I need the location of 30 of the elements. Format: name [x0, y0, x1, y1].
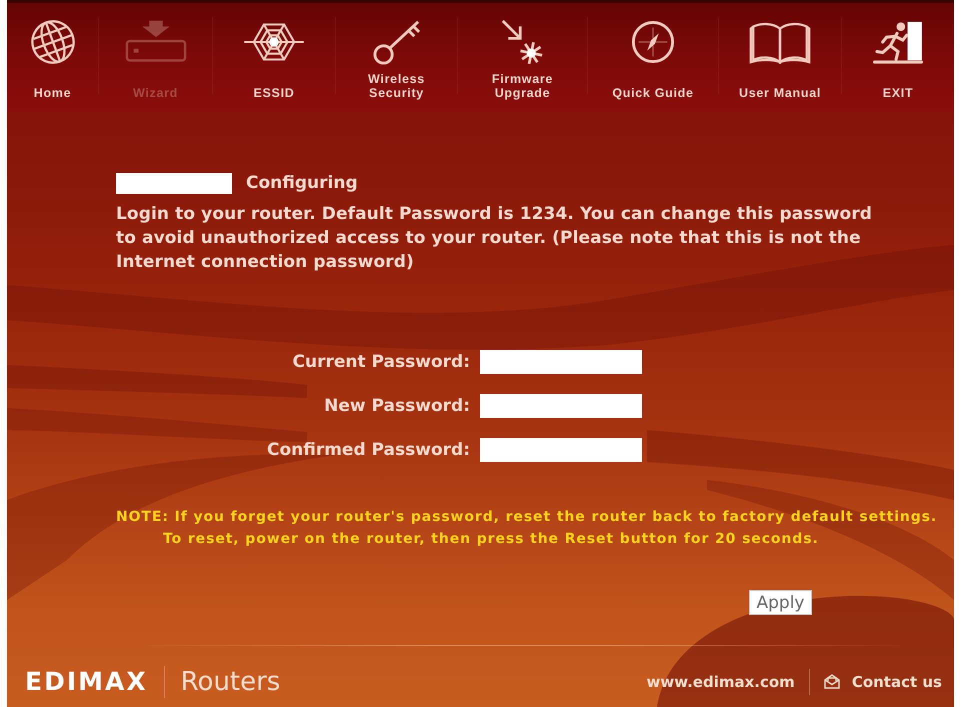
- envelope-icon: [824, 674, 840, 689]
- arrow-down-box-icon: [124, 20, 186, 64]
- password-field[interactable]: [480, 438, 642, 462]
- note-text: To reset, power on the router, then press the Reset button for 20 seconds.: [163, 530, 820, 549]
- nav-item[interactable]: User Manual: [738, 15, 822, 100]
- intro-text: Login to your router. Default Password is 1234. You can change this password to avoid unauthorized access to your router. (Please note that this is not the Internet connection password): [116, 203, 874, 274]
- exit-icon: [873, 20, 923, 64]
- open-book-icon: [749, 20, 811, 64]
- arrow-sparkle-icon: [500, 17, 546, 67]
- nav-item[interactable]: Quick Guide: [612, 15, 694, 100]
- password-field[interactable]: [480, 350, 642, 374]
- apply-button[interactable]: Apply: [749, 590, 812, 615]
- field-label: Current Password:: [292, 352, 470, 372]
- nav-item[interactable]: ESSID: [243, 15, 305, 100]
- key-icon: [372, 18, 422, 66]
- nav-item[interactable]: Home: [30, 15, 76, 100]
- nav-item[interactable]: Firmware Upgrade: [492, 15, 554, 100]
- nav-item[interactable]: EXIT: [873, 15, 923, 100]
- field-label: Confirmed Password:: [266, 440, 470, 460]
- contact-link[interactable]: Contact us: [824, 672, 942, 690]
- nav-item[interactable]: Wireless Security: [368, 15, 425, 100]
- note-text: NOTE: If you forget your router's password, reset the router back to factory default settings.: [116, 508, 938, 527]
- compass-icon: [630, 20, 675, 64]
- brand-logo: EDIMAX: [25, 667, 148, 696]
- field-label: New Password:: [324, 396, 470, 416]
- section-title: Routers: [180, 666, 280, 696]
- status-label: Configuring: [246, 173, 358, 193]
- globe-icon: [30, 19, 76, 65]
- password-field[interactable]: [480, 394, 642, 418]
- website-link[interactable]: www.edimax.com: [646, 672, 795, 690]
